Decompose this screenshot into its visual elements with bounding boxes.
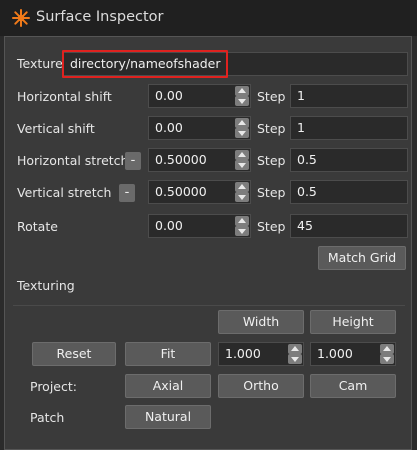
spin-up-icon[interactable] xyxy=(235,150,249,160)
spin-up-icon[interactable] xyxy=(380,344,394,354)
axial-button[interactable]: Axial xyxy=(125,374,211,398)
texture-height-value: 1.000 xyxy=(317,346,353,361)
vertical-shift-step-input[interactable]: 1 xyxy=(290,116,408,140)
ortho-button[interactable]: Ortho xyxy=(218,374,304,398)
window-title: Surface Inspector xyxy=(36,9,164,25)
horizontal-stretch-label: Horizontal stretch xyxy=(17,153,129,168)
horizontal-shift-step-label: Step xyxy=(257,89,286,104)
texturing-heading: Texturing xyxy=(17,278,75,293)
spin-up-icon[interactable] xyxy=(235,118,249,128)
vertical-stretch-label: Vertical stretch xyxy=(17,185,112,200)
spin-down-icon[interactable] xyxy=(235,160,249,170)
vertical-shift-spinner[interactable] xyxy=(235,117,249,139)
horizontal-stretch-step-input[interactable]: 0.5 xyxy=(290,148,408,172)
spin-down-icon[interactable] xyxy=(288,354,302,364)
fit-button[interactable]: Fit xyxy=(125,342,211,366)
match-grid-button[interactable]: Match Grid xyxy=(318,246,406,270)
texture-highlight-box xyxy=(62,50,228,78)
texture-height-spinner[interactable] xyxy=(380,343,394,365)
texturing-divider xyxy=(13,305,405,306)
rotate-input[interactable]: 0.00 xyxy=(148,214,251,238)
project-label: Project: xyxy=(30,379,77,394)
horizontal-shift-spinner[interactable] xyxy=(235,85,249,107)
spin-up-icon[interactable] xyxy=(235,86,249,96)
surface-inspector-panel: Texture directory/nameofshader Horizonta… xyxy=(4,36,412,450)
spin-down-icon[interactable] xyxy=(235,96,249,106)
texture-height-input[interactable]: 1.000 xyxy=(310,342,396,366)
horizontal-stretch-input[interactable]: 0.50000 xyxy=(148,148,251,172)
height-button[interactable]: Height xyxy=(310,310,396,334)
texture-label: Texture xyxy=(17,56,63,71)
vertical-stretch-step-label: Step xyxy=(257,185,286,200)
vertical-shift-value: 0.00 xyxy=(155,120,183,135)
rotate-value: 0.00 xyxy=(155,218,183,233)
spin-up-icon[interactable] xyxy=(235,216,249,226)
vertical-shift-input[interactable]: 0.00 xyxy=(148,116,251,140)
spin-down-icon[interactable] xyxy=(235,128,249,138)
natural-button[interactable]: Natural xyxy=(125,405,211,429)
texture-width-value: 1.000 xyxy=(225,346,261,361)
spin-down-icon[interactable] xyxy=(380,354,394,364)
title-bar: Surface Inspector xyxy=(0,0,417,36)
vertical-stretch-step-input[interactable]: 0.5 xyxy=(290,180,408,204)
patch-label: Patch xyxy=(30,410,65,425)
spin-down-icon[interactable] xyxy=(235,226,249,236)
texture-width-input[interactable]: 1.000 xyxy=(218,342,304,366)
width-button[interactable]: Width xyxy=(218,310,304,334)
rotate-step-label: Step xyxy=(257,219,286,234)
spin-up-icon[interactable] xyxy=(235,182,249,192)
horizontal-shift-label: Horizontal shift xyxy=(17,89,112,104)
horizontal-stretch-value: 0.50000 xyxy=(155,152,207,167)
vertical-stretch-spinner[interactable] xyxy=(235,181,249,203)
horizontal-shift-input[interactable]: 0.00 xyxy=(148,84,251,108)
sun-orange-icon xyxy=(12,9,30,27)
horizontal-stretch-spinner[interactable] xyxy=(235,149,249,171)
vertical-stretch-minus-button[interactable]: - xyxy=(119,184,135,202)
horizontal-stretch-step-label: Step xyxy=(257,153,286,168)
rotate-step-input[interactable]: 45 xyxy=(290,214,408,238)
rotate-spinner[interactable] xyxy=(235,215,249,237)
spin-up-icon[interactable] xyxy=(288,344,302,354)
horizontal-stretch-minus-button[interactable]: - xyxy=(125,152,141,170)
horizontal-shift-value: 0.00 xyxy=(155,88,183,103)
vertical-shift-step-label: Step xyxy=(257,121,286,136)
cam-button[interactable]: Cam xyxy=(310,374,396,398)
vertical-shift-label: Vertical shift xyxy=(17,121,95,136)
horizontal-shift-step-input[interactable]: 1 xyxy=(290,84,408,108)
spin-down-icon[interactable] xyxy=(235,192,249,202)
reset-button[interactable]: Reset xyxy=(32,342,116,366)
rotate-label: Rotate xyxy=(17,219,58,234)
vertical-stretch-input[interactable]: 0.50000 xyxy=(148,180,251,204)
texture-width-spinner[interactable] xyxy=(288,343,302,365)
vertical-stretch-value: 0.50000 xyxy=(155,184,207,199)
